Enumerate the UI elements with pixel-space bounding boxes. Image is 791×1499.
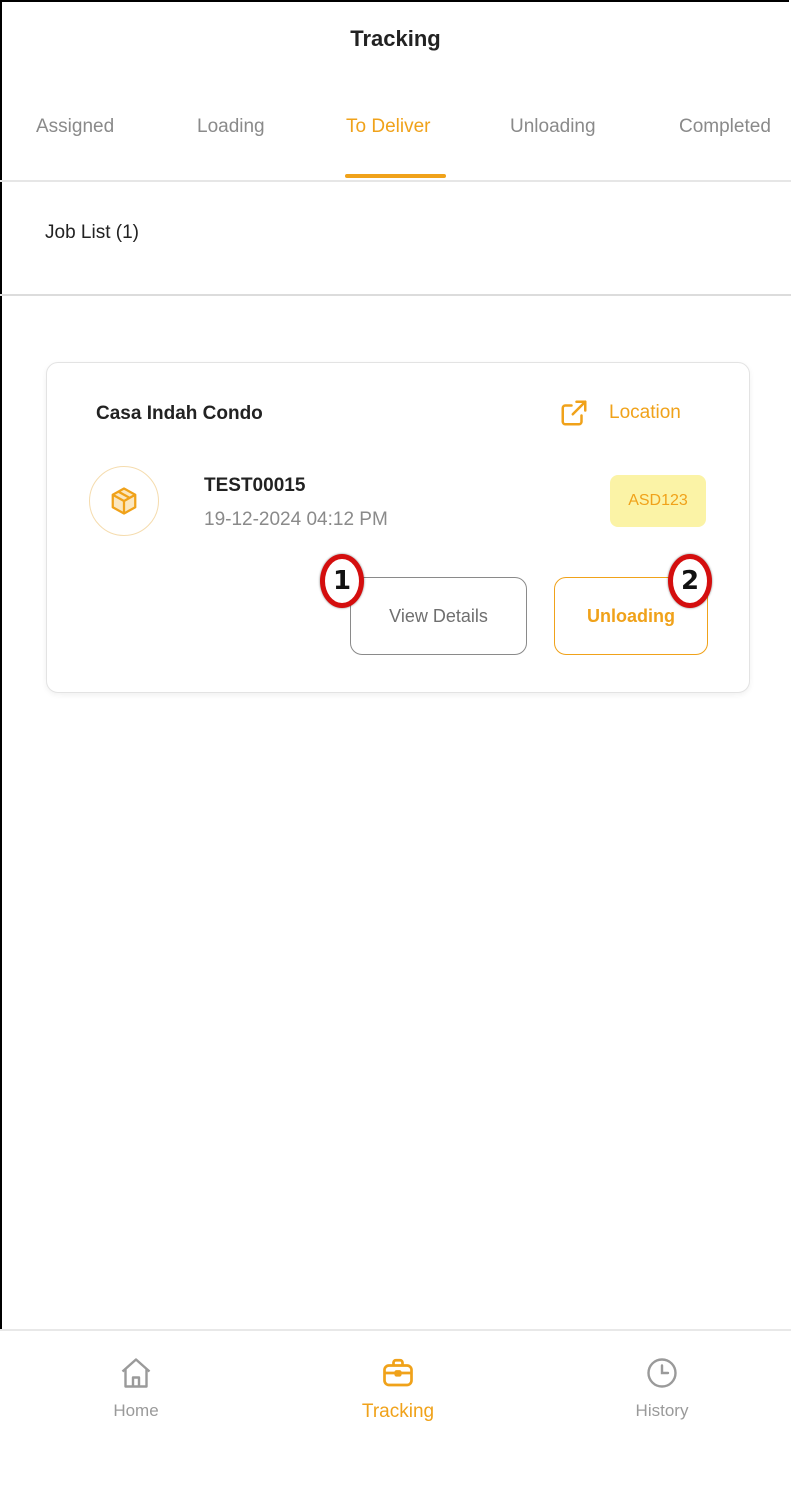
page-title: Tracking (350, 26, 441, 51)
status-tabs: Assigned Loading To Deliver Unloading Co… (0, 88, 791, 182)
site-name: Casa Indah Condo (96, 403, 263, 424)
nav-home-label: Home (113, 1401, 159, 1420)
external-link-icon (561, 400, 587, 426)
job-datetime: 19-12-2024 04:12 PM (204, 509, 388, 530)
tab-loading[interactable]: Loading (197, 116, 265, 138)
location-label: Location (609, 402, 681, 423)
nav-tracking-label: Tracking (361, 1401, 435, 1422)
nav-tracking[interactable]: Tracking (328, 1355, 468, 1423)
job-card: Casa Indah Condo Location TEST00015 19-1… (46, 362, 750, 693)
app-header: Tracking (0, 0, 791, 88)
active-tab-indicator (345, 174, 446, 178)
nav-home[interactable]: Home (66, 1355, 206, 1421)
vehicle-plate-badge: ASD123 (610, 475, 706, 527)
bottom-nav: Home Tracking History (0, 1329, 791, 1499)
home-icon (121, 1358, 151, 1388)
briefcase-icon (383, 1358, 413, 1387)
view-details-button[interactable]: View Details (350, 577, 527, 655)
tab-unloading[interactable]: Unloading (510, 116, 596, 138)
tab-to-deliver[interactable]: To Deliver (346, 116, 430, 138)
package-icon (111, 487, 137, 515)
job-list-header: Job List (1) (0, 180, 791, 296)
nav-history[interactable]: History (592, 1355, 732, 1421)
tab-completed[interactable]: Completed (679, 116, 771, 138)
package-avatar (89, 466, 159, 536)
annotation-marker-1: 1 (320, 554, 364, 608)
location-link[interactable]: Location (559, 395, 681, 431)
job-list-count: Job List (1) (45, 222, 139, 243)
clock-icon (647, 1358, 677, 1388)
annotation-marker-2: 2 (668, 554, 712, 608)
job-id: TEST00015 (204, 475, 306, 496)
tab-assigned[interactable]: Assigned (36, 116, 114, 138)
nav-history-label: History (635, 1401, 689, 1420)
